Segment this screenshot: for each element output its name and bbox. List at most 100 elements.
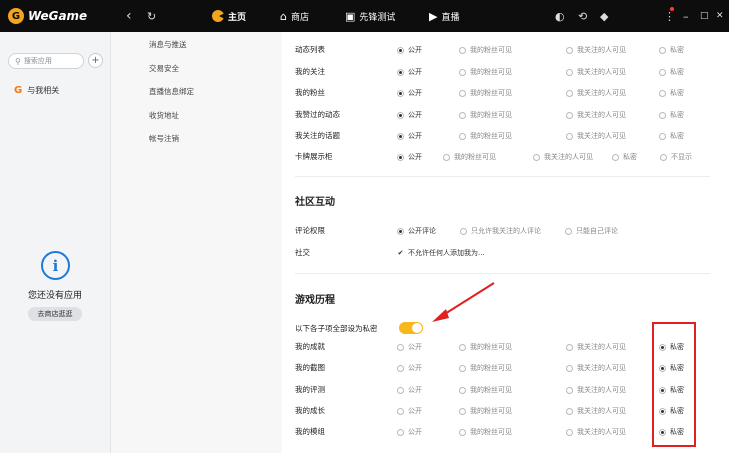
back-button[interactable]: ‹: [126, 0, 132, 32]
radio-hidden[interactable]: 不显示: [660, 152, 692, 162]
close-button[interactable]: ✕: [716, 0, 724, 32]
all-private-row: 以下各子项全部设为私密: [295, 321, 415, 335]
radio-fans[interactable]: 我的粉丝可见: [443, 152, 496, 162]
download-icon[interactable]: ⟲: [578, 0, 587, 32]
row-label: 评论权限: [295, 225, 325, 235]
title-bar: G WeGame ‹ ↻ 主页 ⌂ 商店 ▣ 先锋测试 ▶ 直播 ◐ ⟲ ◆ ⋮…: [0, 0, 729, 32]
radio-private[interactable]: 私密: [659, 45, 684, 55]
radio-private[interactable]: 私密: [659, 67, 684, 77]
radio-public[interactable]: 公开: [397, 406, 422, 416]
store-bag-icon: ⌂: [280, 9, 287, 23]
section-title-history: 游戏历程: [295, 295, 335, 306]
radio-public[interactable]: 公开: [397, 131, 422, 141]
app-logo[interactable]: G WeGame: [8, 0, 87, 32]
shield-icon[interactable]: ◆: [600, 0, 608, 32]
history-row: 我的成就: [295, 339, 395, 353]
nav-home[interactable]: 主页: [212, 0, 246, 32]
radio-following-comment[interactable]: 只允许我关注的人评论: [460, 226, 541, 236]
radio-following[interactable]: 我关注的人可见: [566, 88, 626, 98]
radio-fans[interactable]: 我的粉丝可见: [459, 363, 512, 373]
highlight-box: [652, 322, 696, 447]
radio-public[interactable]: 公开: [397, 427, 422, 437]
row-label: 我的成长: [295, 405, 325, 415]
radio-public[interactable]: 公开: [397, 88, 422, 98]
radio-fans[interactable]: 我的粉丝可见: [459, 131, 512, 141]
sidebar-item-related-label: 与我相关: [27, 86, 60, 95]
social-row: 社交: [295, 245, 395, 259]
go-shopping-button[interactable]: 去商店逛逛: [28, 307, 82, 321]
sidebar-item-related[interactable]: G 与我相关: [14, 85, 59, 96]
radio-public-comment[interactable]: 公开评论: [397, 226, 436, 236]
nav-test[interactable]: ▣ 先锋测试: [345, 0, 395, 32]
radio-fans[interactable]: 我的粉丝可见: [459, 88, 512, 98]
menu-item-account-cancel[interactable]: 帐号注销: [149, 133, 179, 144]
radio-public[interactable]: 公开: [397, 45, 422, 55]
menu-icon[interactable]: ⋮: [664, 0, 675, 32]
radio-fans[interactable]: 我的粉丝可见: [459, 45, 512, 55]
related-icon: G: [14, 85, 23, 96]
radio-public[interactable]: 公开: [397, 67, 422, 77]
history-row: 我的评测: [295, 382, 395, 396]
menu-item-address[interactable]: 收货地址: [149, 110, 179, 121]
toggle-label: 以下各子项全部设为私密: [295, 323, 378, 333]
radio-following[interactable]: 我关注的人可见: [566, 427, 626, 437]
privacy-row: 动态列表: [295, 42, 395, 56]
comment-permission-row: 评论权限: [295, 223, 395, 237]
nav-store-label: 商店: [290, 12, 309, 23]
live-play-icon: ▶: [429, 9, 438, 23]
radio-private[interactable]: 私密: [612, 152, 637, 162]
radio-following[interactable]: 我关注的人可见: [566, 342, 626, 352]
check-icon: ✔: [397, 249, 404, 257]
radio-public[interactable]: 公开: [397, 110, 422, 120]
radio-fans[interactable]: 我的粉丝可见: [459, 342, 512, 352]
radio-following[interactable]: 我关注的人可见: [533, 152, 593, 162]
social-checkbox[interactable]: ✔ 不允许任何人添加我为...: [397, 248, 485, 258]
history-row: 我的截图: [295, 360, 395, 374]
mode-icon[interactable]: ◐: [555, 0, 565, 32]
test-monitor-icon: ▣: [345, 9, 356, 23]
radio-private[interactable]: 私密: [659, 131, 684, 141]
radio-following[interactable]: 我关注的人可见: [566, 385, 626, 395]
row-label: 我的成就: [295, 341, 325, 351]
radio-public[interactable]: 公开: [397, 152, 422, 162]
radio-following[interactable]: 我关注的人可见: [566, 363, 626, 373]
radio-following[interactable]: 我关注的人可见: [566, 131, 626, 141]
radio-private[interactable]: 私密: [659, 88, 684, 98]
search-input[interactable]: ⚲ 搜索应用: [8, 53, 84, 69]
minimize-button[interactable]: –: [683, 0, 689, 32]
radio-private[interactable]: 私密: [659, 110, 684, 120]
menu-item-trade-security[interactable]: 交易安全: [149, 63, 179, 74]
radio-fans[interactable]: 我的粉丝可见: [459, 427, 512, 437]
radio-public[interactable]: 公开: [397, 342, 422, 352]
radio-following[interactable]: 我关注的人可见: [566, 67, 626, 77]
home-pacman-icon: [212, 10, 225, 22]
nav-live[interactable]: ▶ 直播: [429, 0, 459, 32]
row-label: 卡牌展示柜: [295, 151, 333, 161]
nav-test-label: 先锋测试: [359, 12, 396, 23]
radio-self-comment[interactable]: 只能自己评论: [565, 226, 618, 236]
row-label: 我的评测: [295, 384, 325, 394]
menu-item-live-binding[interactable]: 直播信息绑定: [149, 86, 194, 97]
notification-dot: [670, 7, 674, 11]
row-label: 我的粉丝: [295, 87, 325, 97]
menu-item-notifications[interactable]: 消息与推送: [149, 39, 187, 50]
all-private-toggle[interactable]: [399, 322, 423, 334]
divider: [295, 176, 710, 177]
add-app-button[interactable]: +: [88, 53, 103, 68]
privacy-row-card: 卡牌展示柜: [295, 149, 395, 163]
radio-following[interactable]: 我关注的人可见: [566, 110, 626, 120]
radio-fans[interactable]: 我的粉丝可见: [459, 67, 512, 77]
settings-menu: 消息与推送 交易安全 直播信息绑定 收货地址 帐号注销: [110, 32, 282, 453]
radio-fans[interactable]: 我的粉丝可见: [459, 385, 512, 395]
nav-home-label: 主页: [228, 12, 247, 23]
radio-following[interactable]: 我关注的人可见: [566, 45, 626, 55]
radio-public[interactable]: 公开: [397, 363, 422, 373]
radio-following[interactable]: 我关注的人可见: [566, 406, 626, 416]
radio-public[interactable]: 公开: [397, 385, 422, 395]
radio-fans[interactable]: 我的粉丝可见: [459, 406, 512, 416]
refresh-button[interactable]: ↻: [147, 0, 156, 32]
radio-fans[interactable]: 我的粉丝可见: [459, 110, 512, 120]
nav-store[interactable]: ⌂ 商店: [280, 0, 309, 32]
maximize-button[interactable]: □: [700, 0, 709, 32]
scrollbar[interactable]: [723, 32, 729, 453]
